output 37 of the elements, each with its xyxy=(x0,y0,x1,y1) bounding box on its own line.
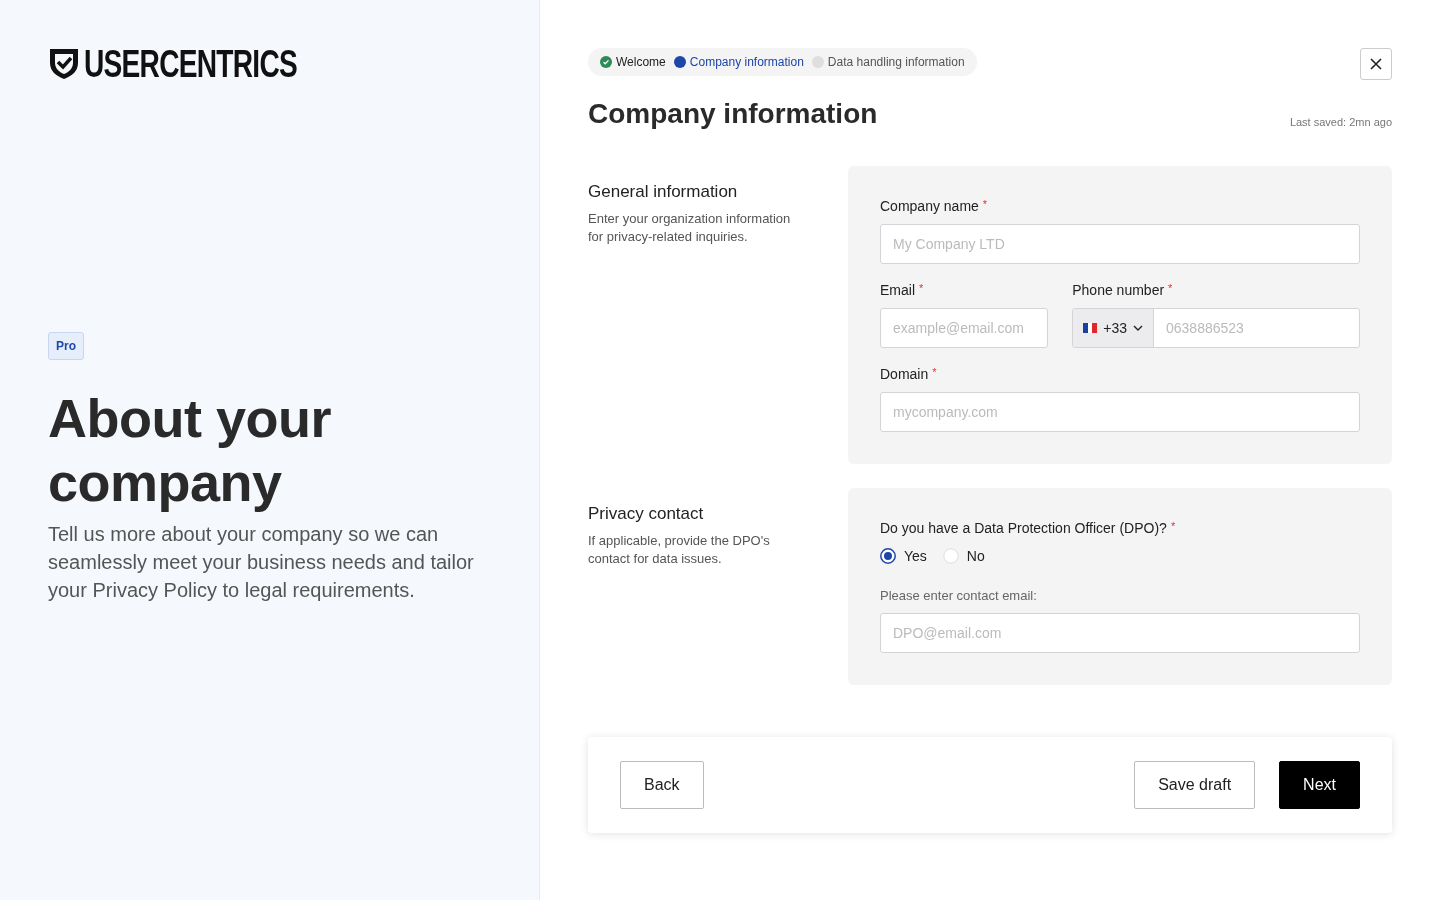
radio-option[interactable]: No xyxy=(942,548,993,564)
shield-check-icon xyxy=(48,47,80,81)
field-label: Company name * xyxy=(880,198,989,214)
section-title: Privacy contact xyxy=(588,504,705,524)
country-code-dropdown[interactable]: +33 xyxy=(1073,309,1154,347)
chevron-down-icon xyxy=(1133,325,1143,331)
phone-field[interactable]: +33 0638886523 xyxy=(1072,308,1360,348)
last-saved-text: Last saved: 2mn ago xyxy=(1289,116,1392,128)
step-item[interactable]: Data handling information xyxy=(811,55,965,69)
step-dot-icon xyxy=(673,56,686,68)
close-button[interactable] xyxy=(1360,48,1392,80)
close-icon xyxy=(1370,58,1382,70)
step-item[interactable]: Company information xyxy=(673,55,804,69)
intro-description: Tell us more about your company so we can seamlessly meet your business needs and tailor your Privacy Policy to legal requirements. xyxy=(48,522,475,603)
text-field[interactable]: My Company LTD xyxy=(880,224,1360,264)
field-label: Do you have a Data Protection Officer (DPO)? * xyxy=(880,520,1177,536)
intro-title: About your company xyxy=(48,387,332,514)
section-title: General information xyxy=(588,182,739,202)
save-draft-button[interactable]: Save draft xyxy=(1134,761,1256,809)
section-description: If applicable, provide the DPO's contact for data issues. xyxy=(588,532,771,568)
brand-wordmark: USERCENTRICS xyxy=(84,45,297,83)
step-item[interactable]: Welcome xyxy=(600,55,666,69)
check-circle-icon xyxy=(600,56,612,68)
section-description: Enter your organization information for privacy-related inquiries. xyxy=(588,210,792,246)
text-field[interactable]: example@email.com xyxy=(880,308,1049,348)
flag-icon xyxy=(1083,323,1098,333)
field-label: Please enter contact email: xyxy=(880,588,1038,603)
field-label: Phone number * xyxy=(1072,282,1174,298)
next-button[interactable]: Next xyxy=(1279,761,1360,809)
back-button[interactable]: Back xyxy=(620,761,704,809)
page-title: Company information xyxy=(588,98,878,130)
field-label: Email * xyxy=(880,282,925,298)
field-label: Domain * xyxy=(880,366,938,382)
plan-badge: Pro xyxy=(48,332,84,360)
text-field[interactable]: mycompany.com xyxy=(880,392,1360,432)
radio-option[interactable]: Yes xyxy=(880,548,935,564)
text-field[interactable]: DPO@email.com xyxy=(880,613,1360,653)
